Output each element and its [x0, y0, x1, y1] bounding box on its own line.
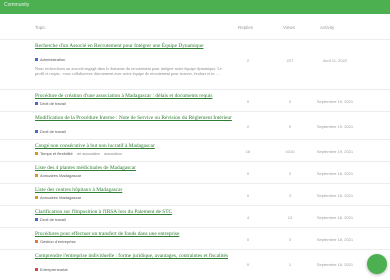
category-label: Administration	[40, 57, 66, 62]
replies-count: 0	[246, 237, 250, 242]
category-label: Droit de travail	[40, 217, 66, 222]
category-color-icon	[35, 240, 38, 243]
activity-date[interactable]: Septembre 19, 2021	[300, 124, 370, 129]
views-count: 1	[288, 262, 292, 267]
category-badge[interactable]: Annuaires Madagascar	[35, 195, 81, 200]
replies-count: 2	[246, 58, 250, 63]
topic-row[interactable]: Liste des 4 plantes médicinales de Madag…	[0, 162, 390, 184]
category-color-icon	[35, 58, 38, 61]
topic-title[interactable]: Procédures pour effectuer un transfert d…	[35, 231, 235, 237]
replies-count: 4	[246, 215, 250, 220]
replies-count: 0	[246, 99, 250, 104]
topic-title[interactable]: Recherche d'un Associé en Recrutement po…	[35, 43, 235, 49]
category-color-icon	[35, 218, 38, 221]
topic-title[interactable]: Liste des centres hôpitaux à Madagascar	[35, 187, 235, 193]
activity-date[interactable]: Septembre 18, 2021	[300, 215, 370, 220]
topic-excerpt: Nous recherchons un associé engagé dans …	[35, 66, 222, 77]
replies-count: 0	[246, 171, 250, 176]
topic-row[interactable]: Clarification sur l'Imposition à l'IRSA …	[0, 206, 390, 228]
category-label: Gestion d'entreprise	[40, 239, 76, 244]
category-color-icon	[35, 102, 38, 105]
category-label: Temps et flexibilité	[40, 151, 73, 156]
topic-row[interactable]: Congé non consécutive à but non lucratif…	[0, 140, 390, 162]
category-badge[interactable]: Annuaires Madagascar	[35, 173, 81, 178]
replies-count: 2	[246, 124, 250, 129]
replies-count: 0	[246, 193, 250, 198]
top-navigation-bar: Community	[0, 0, 390, 14]
topic-title[interactable]: Procédure de création d'une association …	[35, 93, 235, 99]
activity-date[interactable]: Septembre 19, 2021	[300, 149, 370, 154]
category-badge[interactable]: Droit de travail	[35, 129, 66, 134]
topic-list-header: Topic Replies Views Activity	[0, 14, 390, 40]
views-count: 227	[286, 58, 294, 63]
category-badge[interactable]: Droit de travail	[35, 217, 66, 222]
activity-date[interactable]: Septembre 18, 2021	[300, 171, 370, 176]
topic-row[interactable]: Liste des centres hôpitaux à Madagascar …	[0, 184, 390, 206]
topic-title[interactable]: Congé non consécutive à but non lucratif…	[35, 143, 235, 149]
topic-row[interactable]: Recherche d'un Associé en Recrutement po…	[0, 40, 390, 90]
category-label: Annuaires Madagascar	[40, 195, 82, 200]
category-color-icon	[35, 268, 38, 271]
topic-list: Topic Replies Views Activity Recherche d…	[0, 14, 390, 278]
topic-row[interactable]: Modification de la Procédure Interne : N…	[0, 112, 390, 140]
category-color-icon	[35, 152, 38, 155]
replies-count: 0	[246, 262, 250, 267]
header-replies[interactable]: Replies	[238, 25, 253, 30]
floating-action-button[interactable]	[367, 254, 387, 274]
topic-row[interactable]: Comprendre l'entreprise individuelle : f…	[0, 250, 390, 278]
category-label: Droit de travail	[40, 101, 66, 106]
category-badge[interactable]: Temps et flexibilité vie associative ass…	[35, 151, 122, 156]
topic-row[interactable]: Procédure de création d'une association …	[0, 90, 390, 112]
views-count: 4310	[285, 149, 295, 154]
topic-title[interactable]: Modification de la Procédure Interne : N…	[35, 115, 235, 121]
topic-tag[interactable]: vie associative	[77, 152, 100, 156]
category-badge[interactable]: Entrepreneuriat	[35, 267, 68, 272]
topic-title[interactable]: Liste des 4 plantes médicinales de Madag…	[35, 165, 235, 171]
category-badge[interactable]: Gestion d'entreprise	[35, 239, 76, 244]
views-count: 2	[288, 171, 292, 176]
activity-date[interactable]: Septembre 18, 2021	[300, 193, 370, 198]
activity-date[interactable]: Avril 11, 2022	[300, 58, 370, 63]
activity-date[interactable]: Septembre 18, 2021	[300, 262, 370, 267]
category-badge[interactable]: Administration	[35, 57, 65, 62]
views-count: 13	[287, 215, 293, 220]
topic-tag[interactable]: association	[104, 152, 122, 156]
category-color-icon	[35, 130, 38, 133]
activity-date[interactable]: Septembre 18, 2021	[300, 237, 370, 242]
views-count: 9	[288, 124, 292, 129]
header-activity[interactable]: Activity	[320, 25, 334, 30]
topic-title[interactable]: Comprendre l'entreprise individuelle : f…	[35, 253, 235, 259]
category-badge[interactable]: Droit de travail	[35, 101, 66, 106]
replies-count: 16	[245, 149, 251, 154]
views-count: 3	[288, 193, 292, 198]
header-views[interactable]: Views	[283, 25, 295, 30]
site-logo[interactable]: Community	[4, 2, 29, 8]
views-count: 0	[288, 99, 292, 104]
views-count: 3	[288, 237, 292, 242]
category-label: Annuaires Madagascar	[40, 173, 82, 178]
category-label: Entrepreneuriat	[40, 267, 68, 272]
topic-title[interactable]: Clarification sur l'Imposition à l'IRSA …	[35, 209, 235, 215]
activity-date[interactable]: Septembre 19, 2021	[300, 99, 370, 104]
topic-row[interactable]: Procédures pour effectuer un transfert d…	[0, 228, 390, 250]
header-topic[interactable]: Topic	[35, 25, 46, 30]
category-label: Droit de travail	[40, 129, 66, 134]
category-color-icon	[35, 174, 38, 177]
category-color-icon	[35, 196, 38, 199]
